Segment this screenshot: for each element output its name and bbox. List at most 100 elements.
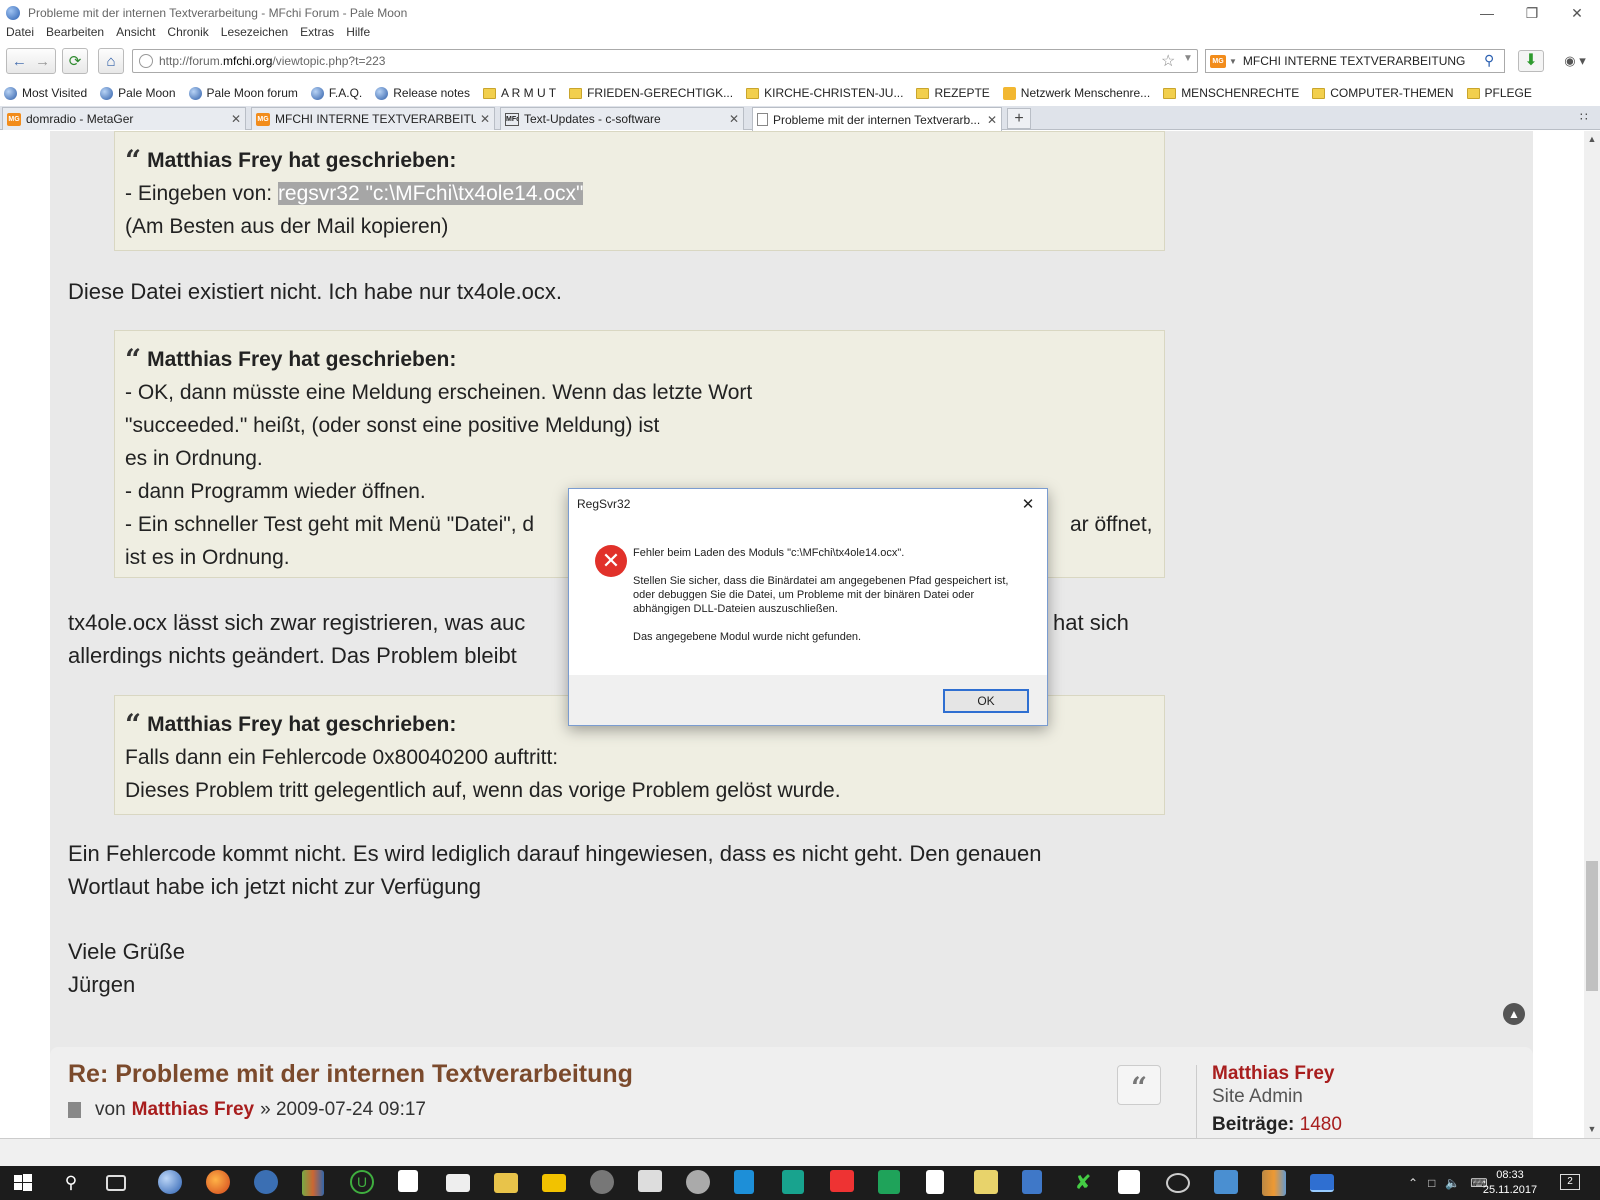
menu-bearbeiten[interactable]: Bearbeiten	[46, 25, 104, 39]
file-explorer-icon[interactable]	[494, 1173, 518, 1193]
network-icon[interactable]: □	[1428, 1176, 1435, 1190]
tab-probleme[interactable]: Probleme mit der internen Textverarb... …	[752, 107, 1002, 131]
dialog-close-icon[interactable]: ✕	[1013, 491, 1043, 517]
forward-arrow-icon[interactable]: →	[35, 53, 50, 70]
scroll-up-icon[interactable]: ▲	[1584, 131, 1600, 147]
volume-icon[interactable]: 🔈	[1445, 1176, 1460, 1190]
next-post-title[interactable]: Re: Probleme mit der internen Textverarb…	[68, 1060, 633, 1089]
post-count-link[interactable]: 1480	[1300, 1114, 1342, 1135]
bookmark-frieden[interactable]: FRIEDEN-GERECHTIGK...	[565, 86, 733, 100]
search-engine-dropdown-icon[interactable]: ▼	[1229, 57, 1237, 66]
back-forward-button[interactable]: ← →	[6, 48, 56, 74]
url-bar[interactable]: http://forum. mfchi.org/viewtopic.php?t=2…	[132, 49, 1198, 73]
tab-domradio[interactable]: MG domradio - MetaGer ✕	[2, 107, 246, 130]
search-bar[interactable]: MG ▼ MFCHI INTERNE TEXTVERARBEITUNG ⚲	[1205, 49, 1505, 73]
menu-ansicht[interactable]: Ansicht	[116, 25, 155, 39]
bookmark-pflege[interactable]: PFLEGE	[1463, 86, 1532, 100]
scrollbar-thumb[interactable]	[1586, 861, 1598, 991]
bookmark-star-icon[interactable]: ☆	[1161, 51, 1175, 71]
folder-icon	[916, 87, 930, 99]
action-center-icon[interactable]: 2	[1560, 1174, 1580, 1190]
bookmark-most-visited[interactable]: Most Visited	[0, 86, 87, 100]
task-view-icon[interactable]	[106, 1175, 126, 1191]
firefox-icon[interactable]	[206, 1170, 230, 1194]
xmind-icon[interactable]	[830, 1170, 854, 1192]
virtualbox-icon[interactable]	[1214, 1170, 1238, 1194]
writer-icon[interactable]	[1022, 1170, 1042, 1194]
bookmark-computer-themen[interactable]: COMPUTER-THEMEN	[1308, 86, 1454, 100]
editor-icon[interactable]	[734, 1170, 754, 1194]
bookmark-armut[interactable]: A R M U T	[479, 86, 556, 100]
menu-extensions-icon[interactable]: ◉ ▾	[1555, 50, 1595, 72]
quote-line: - OK, dann müsste eine Meldung erscheine…	[125, 381, 753, 404]
back-to-top-icon[interactable]: ▲	[1503, 1003, 1525, 1025]
menu-datei[interactable]: Datei	[6, 25, 34, 39]
back-arrow-icon[interactable]: ←	[12, 53, 27, 70]
menu-hilfe[interactable]: Hilfe	[346, 25, 370, 39]
library-icon[interactable]	[302, 1170, 324, 1196]
thunderbird-icon[interactable]	[254, 1170, 278, 1194]
bookmark-kirche[interactable]: KIRCHE-CHRISTEN-JU...	[742, 86, 903, 100]
regsvr-taskbar-icon[interactable]	[1310, 1174, 1334, 1192]
bookmark-release-notes[interactable]: Release notes	[371, 86, 470, 100]
mfchi-taskbar-icon[interactable]	[638, 1170, 662, 1192]
palemoon-taskbar-icon[interactable]	[158, 1170, 182, 1194]
next-post-author-link[interactable]: Matthias Frey	[132, 1099, 254, 1121]
ublock-icon[interactable]: U	[350, 1170, 374, 1194]
mail-icon[interactable]	[446, 1174, 470, 1192]
new-tab-button[interactable]: +	[1007, 108, 1031, 129]
bookmark-pale-moon[interactable]: Pale Moon	[96, 86, 176, 100]
close-tab-icon[interactable]: ✕	[725, 112, 743, 126]
url-dropdown-icon[interactable]: ▼	[1183, 53, 1193, 64]
selected-command[interactable]: regsvr32 "c:\MFchi\tx4ole14.ocx"	[277, 182, 584, 205]
minimize-button[interactable]: —	[1465, 0, 1509, 26]
media-icon[interactable]	[590, 1170, 614, 1194]
menu-lesezeichen[interactable]: Lesezeichen	[221, 25, 288, 39]
network-app-icon[interactable]	[1166, 1173, 1190, 1193]
search-input[interactable]: MFCHI INTERNE TEXTVERARBEITUNG	[1243, 54, 1465, 68]
search-icon[interactable]: ⚲	[1484, 52, 1494, 69]
site-identity-icon[interactable]	[139, 54, 153, 68]
globe-icon	[375, 86, 389, 100]
reload-icon[interactable]: ⟳	[62, 48, 88, 74]
document-icon[interactable]	[926, 1170, 944, 1194]
store-icon[interactable]	[398, 1170, 418, 1192]
download-icon[interactable]: ⬇	[1518, 50, 1544, 72]
shield-icon[interactable]	[782, 1170, 804, 1194]
security-icon[interactable]	[878, 1170, 900, 1194]
pen-icon[interactable]	[1118, 1170, 1140, 1194]
close-tab-icon[interactable]: ✕	[476, 112, 494, 126]
menu-chronik[interactable]: Chronik	[167, 25, 208, 39]
search-icon[interactable]: ⚲	[58, 1170, 84, 1196]
tools-icon[interactable]: ✘	[1070, 1170, 1096, 1196]
scroll-down-icon[interactable]: ▼	[1584, 1121, 1600, 1137]
vertical-scrollbar[interactable]: ▲ ▼	[1584, 131, 1600, 1138]
post-document-icon[interactable]	[68, 1102, 81, 1118]
quote-reply-button[interactable]: “	[1117, 1065, 1161, 1105]
pdf-icon[interactable]	[542, 1174, 566, 1192]
tab-mfchi-search[interactable]: MG MFCHI INTERNE TEXTVERARBEITUN... ✕	[251, 107, 495, 130]
globe-icon	[188, 86, 202, 100]
bookmark-rezepte[interactable]: REZEPTE	[912, 86, 990, 100]
tab-text-updates[interactable]: MFchi Text-Updates - c-software ✕	[500, 107, 744, 130]
windows-start-icon[interactable]	[10, 1170, 36, 1196]
books-icon[interactable]	[1262, 1170, 1286, 1196]
notepad-icon[interactable]	[974, 1170, 998, 1194]
bookmark-faq[interactable]: F.A.Q.	[307, 86, 362, 100]
bookmark-netzwerk[interactable]: Netzwerk Menschenre...	[999, 86, 1150, 100]
tray-expand-icon[interactable]: ⌃	[1408, 1176, 1418, 1190]
profile-name-link[interactable]: Matthias Frey	[1212, 1063, 1334, 1085]
maximize-button[interactable]: ❐	[1510, 0, 1554, 26]
close-tab-icon[interactable]: ✕	[983, 113, 1001, 127]
bookmark-pale-moon-forum[interactable]: Pale Moon forum	[185, 86, 298, 100]
home-icon[interactable]: ⌂	[98, 48, 124, 74]
clock[interactable]: 08:33 25.11.2017	[1470, 1168, 1550, 1198]
disc-icon[interactable]	[686, 1170, 710, 1194]
ok-button[interactable]: OK	[943, 689, 1029, 713]
tab-list-icon[interactable]: ∷	[1580, 110, 1588, 124]
close-window-button[interactable]: ✕	[1555, 0, 1599, 26]
bookmark-menschenrechte[interactable]: MENSCHENRECHTE	[1159, 86, 1299, 100]
menu-extras[interactable]: Extras	[300, 25, 334, 39]
metager-icon[interactable]: MG	[1210, 54, 1226, 68]
close-tab-icon[interactable]: ✕	[227, 112, 245, 126]
